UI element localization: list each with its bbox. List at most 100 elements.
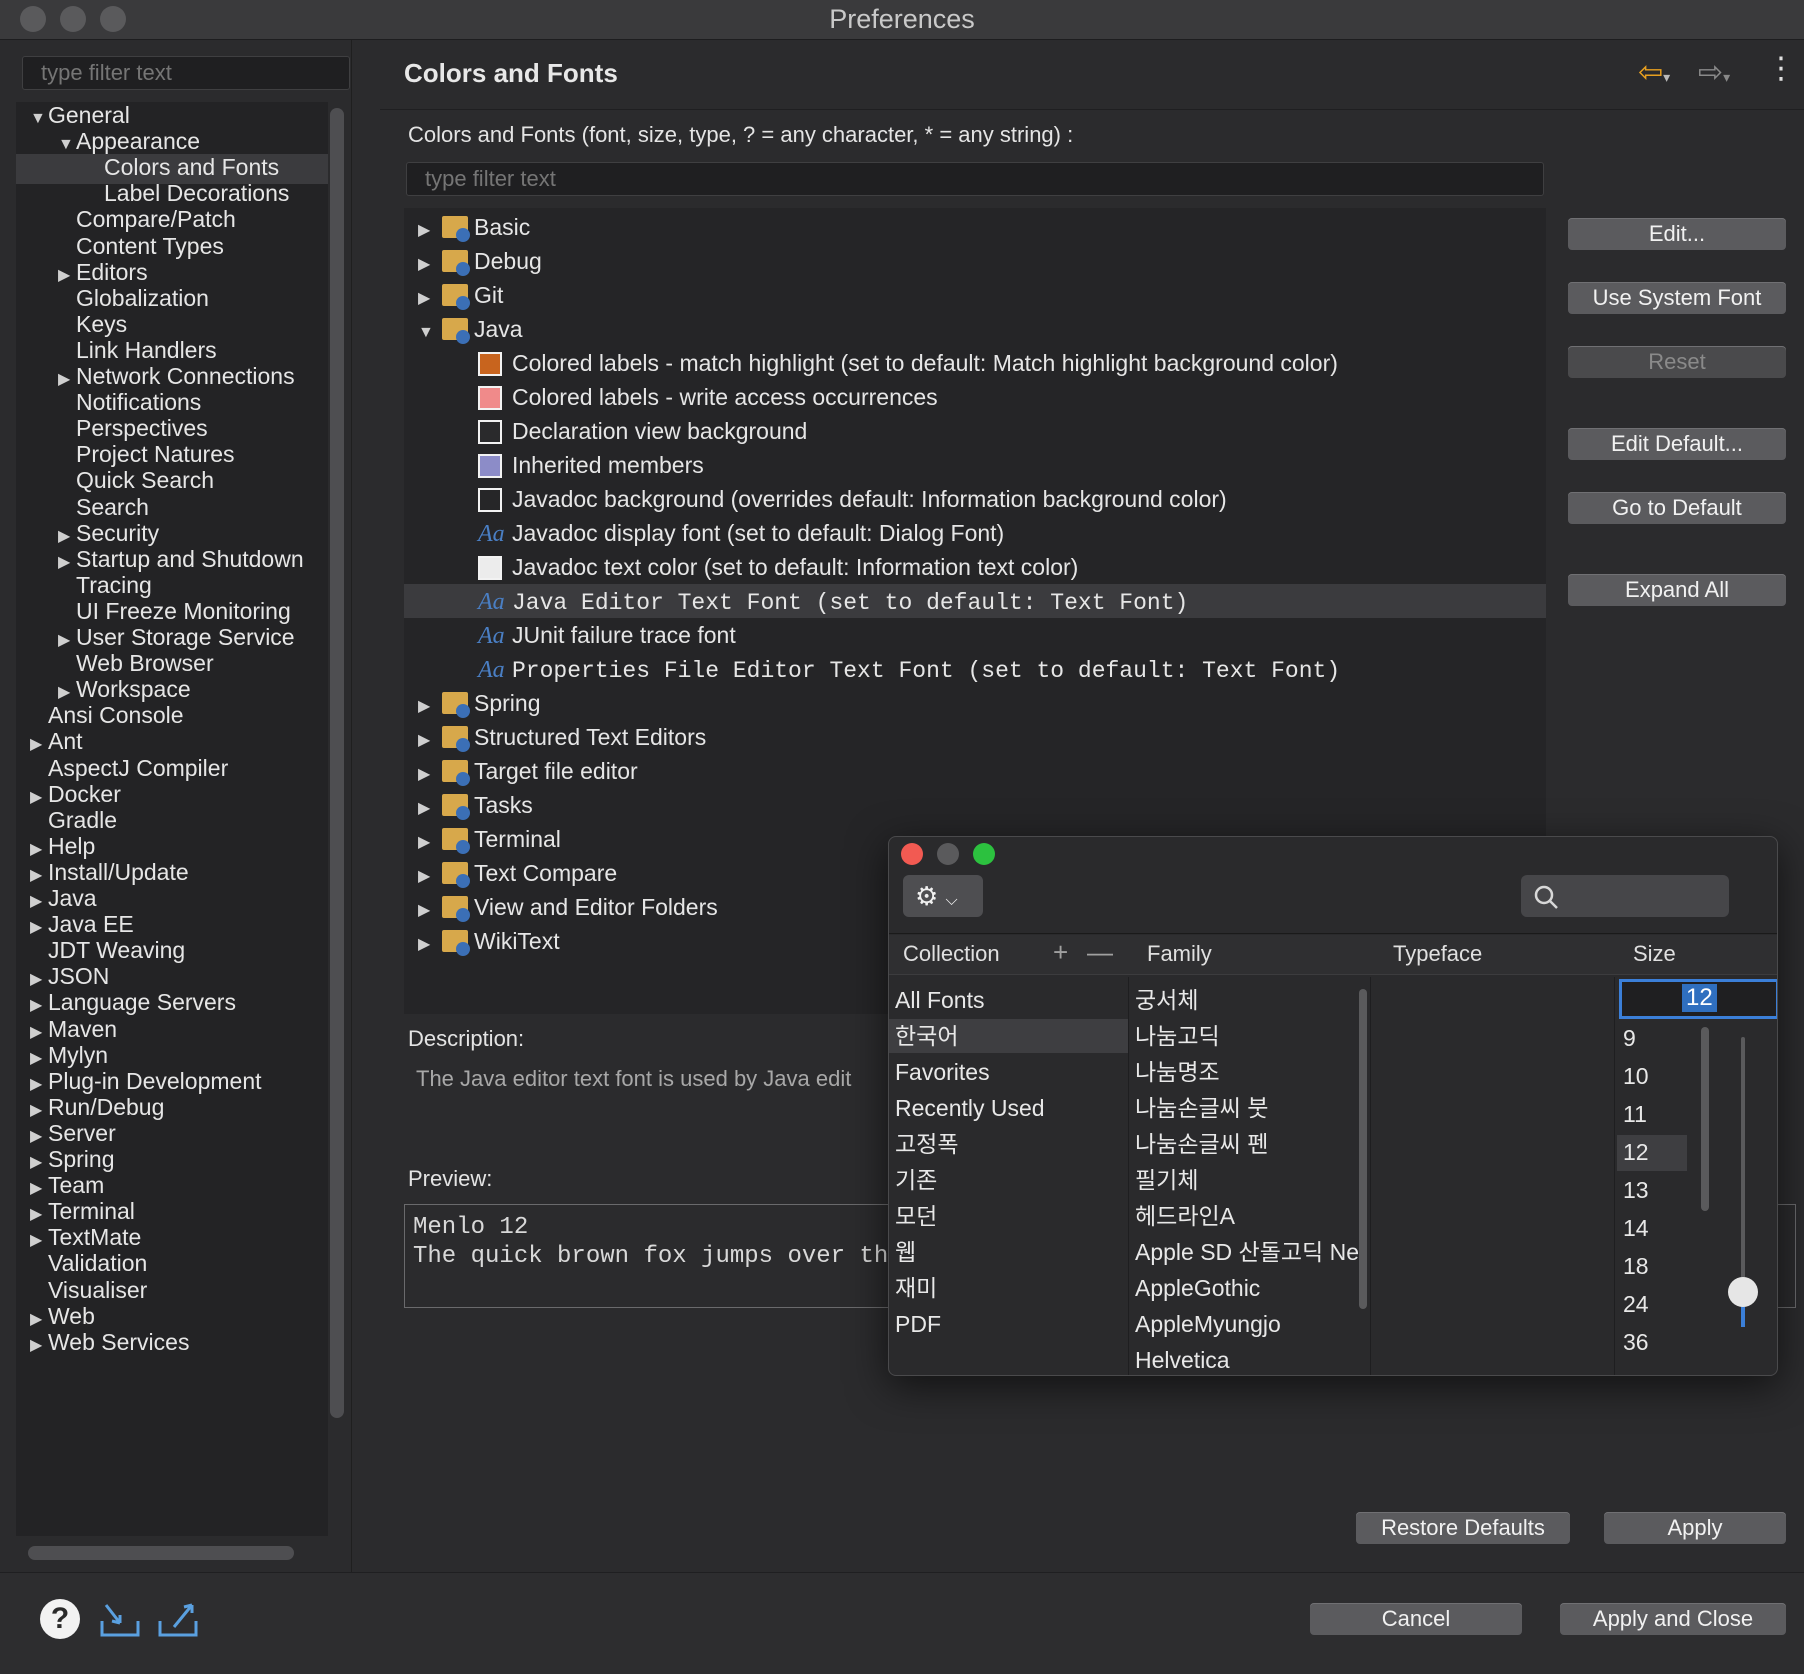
size-item[interactable]: 12: [1623, 1135, 1649, 1169]
size-item[interactable]: 24: [1623, 1287, 1649, 1321]
family-item[interactable]: AppleGothic: [1135, 1271, 1365, 1305]
color-font-item-terminal[interactable]: ▶ Terminal: [418, 823, 561, 855]
edit-button[interactable]: Edit...: [1568, 218, 1786, 250]
color-font-item-colored-labels-match-highlight-set-to-default-match-highlight-background-color[interactable]: Colored labels - match highlight (set to…: [478, 347, 1338, 379]
family-item[interactable]: 나눔손글씨 붓: [1135, 1091, 1365, 1125]
edit-default-button[interactable]: Edit Default...: [1568, 428, 1786, 460]
size-item[interactable]: 14: [1623, 1211, 1649, 1245]
font-panel-search-field[interactable]: [1521, 875, 1729, 917]
size-item[interactable]: 11: [1623, 1097, 1647, 1131]
color-font-item-view-and-editor-folders[interactable]: ▶ View and Editor Folders: [418, 891, 718, 923]
color-font-item-javadoc-display-font-set-to-default-dialog-font[interactable]: Aa Javadoc display font (set to default: …: [478, 517, 1004, 549]
collection-item[interactable]: 한국어: [895, 1019, 1125, 1053]
collapsed-arrow-icon[interactable]: ▶: [418, 793, 442, 825]
font-panel-minimize-button[interactable]: [937, 843, 959, 865]
family-item[interactable]: AppleMyungjo: [1135, 1307, 1365, 1341]
size-slider-knob[interactable]: [1728, 1277, 1758, 1308]
font-panel-zoom-button[interactable]: [973, 843, 995, 865]
size-list-scrollbar[interactable]: [1701, 1027, 1709, 1211]
forward-arrow-icon[interactable]: ⇨▾: [1698, 58, 1730, 92]
collapsed-arrow-icon[interactable]: ▶: [418, 929, 442, 961]
size-slider-track[interactable]: [1728, 1037, 1758, 1327]
apply-and-close-button[interactable]: Apply and Close: [1560, 1603, 1786, 1635]
family-item[interactable]: Apple SD 산돌고딕 Neo: [1135, 1235, 1365, 1269]
family-list-scrollbar[interactable]: [1359, 989, 1367, 1309]
collection-item[interactable]: 재미: [895, 1271, 1125, 1305]
collection-item[interactable]: 모던: [895, 1199, 1125, 1233]
family-item[interactable]: 나눔고딕: [1135, 1019, 1365, 1053]
collection-item[interactable]: 기존: [895, 1163, 1125, 1197]
expanded-arrow-icon[interactable]: ▼: [30, 104, 48, 134]
collapsed-arrow-icon[interactable]: ▶: [418, 861, 442, 893]
family-item[interactable]: 필기체: [1135, 1163, 1365, 1197]
collapsed-arrow-icon[interactable]: ▶: [418, 759, 442, 791]
color-font-item-inherited-members[interactable]: Inherited members: [478, 449, 704, 481]
color-font-item-properties-file-editor-text-font-set-to-default-text-font[interactable]: Aa Properties File Editor Text Font (set …: [478, 653, 1340, 685]
import-icon[interactable]: [98, 1597, 142, 1641]
more-menu-icon[interactable]: ⋮: [1766, 54, 1796, 84]
font-panel-close-button[interactable]: [901, 843, 923, 865]
color-font-item-text-compare[interactable]: ▶ Text Compare: [418, 857, 617, 889]
font-panel-action-menu[interactable]: ⚙ ⌵: [903, 875, 983, 917]
color-font-item-javadoc-text-color-set-to-default-information-text-color[interactable]: Javadoc text color (set to default: Info…: [478, 551, 1078, 583]
color-font-item-colored-labels-write-access-occurrences[interactable]: Colored labels - write access occurrence…: [478, 381, 938, 413]
family-item[interactable]: 나눔손글씨 펜: [1135, 1127, 1365, 1161]
apply-button[interactable]: Apply: [1604, 1512, 1786, 1544]
collection-item[interactable]: 웹: [895, 1235, 1125, 1269]
size-item[interactable]: 10: [1623, 1059, 1649, 1093]
family-item[interactable]: 헤드라인A: [1135, 1199, 1365, 1233]
remove-collection-icon[interactable]: —: [1087, 937, 1113, 968]
collection-item[interactable]: 고정폭: [895, 1127, 1125, 1161]
color-font-item-spring[interactable]: ▶ Spring: [418, 687, 540, 719]
back-arrow-icon[interactable]: ⇦▾: [1638, 58, 1670, 92]
color-font-item-target-file-editor[interactable]: ▶ Target file editor: [418, 755, 638, 787]
collection-item[interactable]: All Fonts: [895, 983, 1125, 1017]
expanded-arrow-icon[interactable]: ▼: [418, 317, 442, 349]
color-font-item-java[interactable]: ▼ Java: [418, 313, 523, 345]
sidebar-filter-input[interactable]: [22, 56, 350, 90]
help-icon[interactable]: ?: [40, 1599, 80, 1639]
export-icon[interactable]: [156, 1597, 200, 1641]
reset-button[interactable]: Reset: [1568, 346, 1786, 378]
color-font-item-junit-failure-trace-font[interactable]: Aa JUnit failure trace font: [478, 619, 736, 651]
family-item[interactable]: Helvetica: [1135, 1343, 1365, 1375]
collapsed-arrow-icon[interactable]: ▶: [418, 249, 442, 281]
colors-fonts-filter-input[interactable]: [406, 162, 1544, 196]
sidebar-vertical-scrollbar[interactable]: [330, 108, 344, 1418]
collapsed-arrow-icon[interactable]: ▶: [418, 725, 442, 757]
color-font-item-basic[interactable]: ▶ Basic: [418, 211, 530, 243]
sidebar-item-label: Link Handlers: [76, 336, 217, 363]
collection-item[interactable]: Favorites: [895, 1055, 1125, 1089]
collapsed-arrow-icon[interactable]: ▶: [30, 1331, 48, 1361]
cancel-button[interactable]: Cancel: [1310, 1603, 1522, 1635]
color-font-item-tasks[interactable]: ▶ Tasks: [418, 789, 533, 821]
collapsed-arrow-icon[interactable]: ▶: [418, 215, 442, 247]
collapsed-arrow-icon[interactable]: ▶: [418, 827, 442, 859]
collapsed-arrow-icon[interactable]: ▶: [418, 283, 442, 315]
size-item[interactable]: 36: [1623, 1325, 1649, 1359]
size-input[interactable]: 12: [1619, 979, 1777, 1019]
sidebar-item-web-services[interactable]: ▶ Web Services: [30, 1327, 189, 1357]
add-collection-icon[interactable]: +: [1053, 937, 1068, 968]
family-item[interactable]: 궁서체: [1135, 983, 1365, 1017]
color-font-item-git[interactable]: ▶ Git: [418, 279, 503, 311]
expand-all-button[interactable]: Expand All: [1568, 574, 1786, 606]
use-system-font-button[interactable]: Use System Font: [1568, 282, 1786, 314]
collapsed-arrow-icon[interactable]: ▶: [418, 691, 442, 723]
sidebar-horizontal-scrollbar[interactable]: [28, 1546, 294, 1560]
collection-item[interactable]: Recently Used: [895, 1091, 1125, 1125]
collection-item[interactable]: PDF: [895, 1307, 1125, 1341]
color-font-item-declaration-view-background[interactable]: Declaration view background: [478, 415, 807, 447]
color-font-item-debug[interactable]: ▶ Debug: [418, 245, 542, 277]
restore-defaults-button[interactable]: Restore Defaults: [1356, 1512, 1570, 1544]
size-item[interactable]: 18: [1623, 1249, 1649, 1283]
size-item[interactable]: 9: [1623, 1021, 1636, 1055]
color-font-item-structured-text-editors[interactable]: ▶ Structured Text Editors: [418, 721, 706, 753]
size-item[interactable]: 13: [1623, 1173, 1649, 1207]
color-font-item-java-editor-text-font-set-to-default-text-font[interactable]: Aa Java Editor Text Font (set to default:…: [478, 585, 1188, 617]
family-item[interactable]: 나눔명조: [1135, 1055, 1365, 1089]
go-to-default-button[interactable]: Go to Default: [1568, 492, 1786, 524]
collapsed-arrow-icon[interactable]: ▶: [418, 895, 442, 927]
color-font-item-wikitext[interactable]: ▶ WikiText: [418, 925, 560, 957]
color-font-item-javadoc-background-overrides-default-information-background-color[interactable]: Javadoc background (overrides default: I…: [478, 483, 1227, 515]
